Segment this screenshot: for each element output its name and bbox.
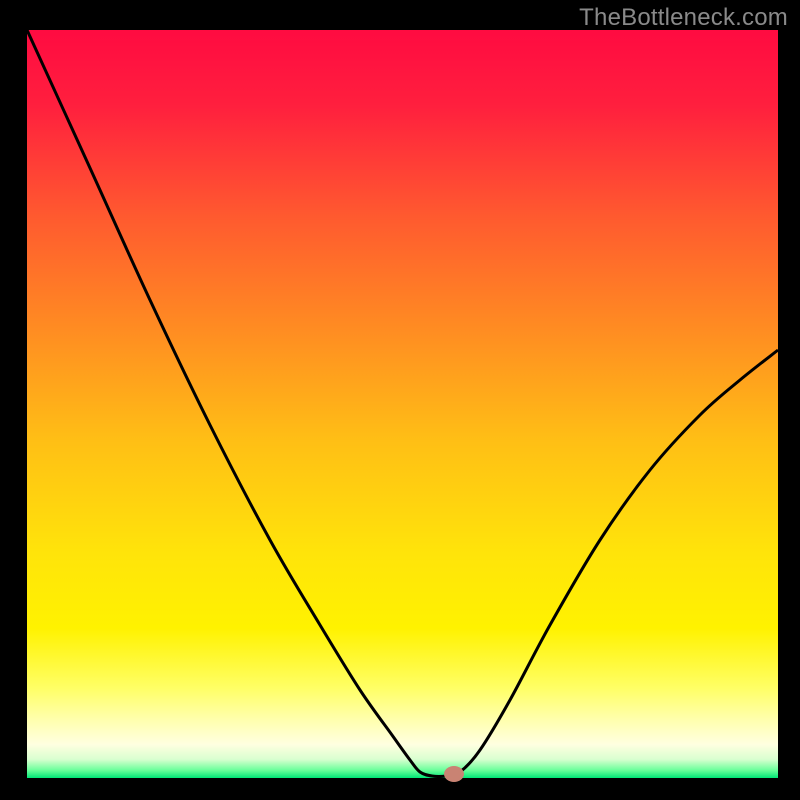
watermark-text: TheBottleneck.com <box>579 4 788 32</box>
optimal-marker <box>444 766 464 782</box>
chart-container: TheBottleneck.com <box>0 0 800 800</box>
gradient-background <box>27 30 778 778</box>
chart-svg <box>0 0 800 800</box>
